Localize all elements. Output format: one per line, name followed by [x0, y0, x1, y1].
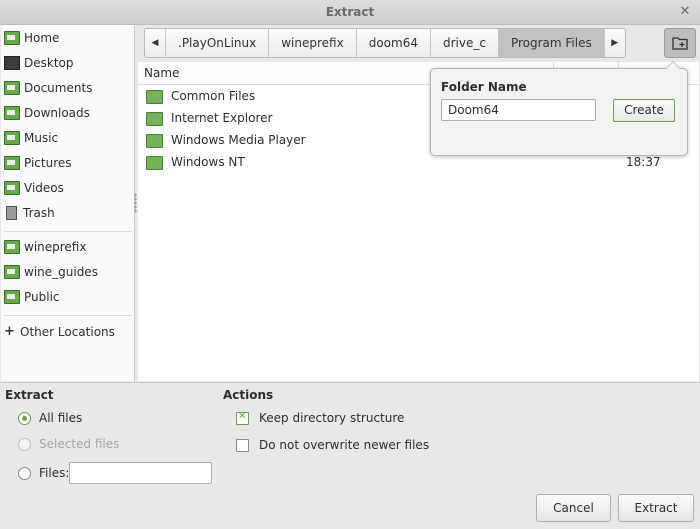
folder-icon: [146, 156, 163, 170]
selected-files-radio[interactable]: Selected files: [18, 437, 119, 451]
extract-options-panel: Extract All files Selected files Files: …: [0, 382, 700, 529]
desktop-icon: [4, 56, 20, 70]
sidebar-item-music[interactable]: Music: [4, 128, 58, 148]
all-files-label: All files: [39, 411, 83, 425]
sidebar-item-downloads[interactable]: Downloads: [4, 103, 90, 123]
path-crumb-doom64[interactable]: doom64: [357, 29, 431, 57]
sidebar-item-label: Public: [24, 290, 60, 304]
checkbox-indicator: [236, 411, 249, 425]
sidebar-item-other-locations[interactable]: + Other Locations: [4, 322, 115, 342]
file-name: Windows NT: [171, 155, 245, 169]
pane-resize-handle[interactable]: [134, 193, 137, 213]
create-button[interactable]: Create: [613, 99, 675, 122]
trash-icon: [6, 206, 17, 220]
cancel-button[interactable]: Cancel: [536, 494, 611, 522]
sidebar-item-label: Other Locations: [20, 325, 115, 339]
keep-structure-checkbox[interactable]: Keep directory structure: [236, 411, 404, 425]
folder-icon: [4, 290, 20, 304]
folder-icon: [146, 90, 163, 104]
sidebar-separator: [4, 315, 132, 316]
sidebar-item-desktop[interactable]: Desktop: [4, 53, 74, 73]
close-icon[interactable]: ✕: [676, 3, 694, 21]
file-modified: 18:37: [626, 155, 661, 169]
path-crumb-playonlinux[interactable]: .PlayOnLinux: [166, 29, 270, 57]
sidebar-item-label: Downloads: [24, 106, 90, 120]
files-label: Files:: [39, 466, 70, 480]
sidebar-item-public[interactable]: Public: [4, 287, 60, 307]
file-name: Common Files: [171, 89, 256, 103]
column-header-name[interactable]: Name: [144, 66, 179, 80]
radio-indicator: [18, 466, 31, 480]
sidebar-item-videos[interactable]: Videos: [4, 178, 64, 198]
selected-files-label: Selected files: [39, 437, 120, 451]
path-crumb-wineprefix[interactable]: wineprefix: [269, 29, 357, 57]
folder-icon: [146, 134, 163, 148]
sidebar-item-label: Documents: [24, 81, 93, 95]
sidebar-item-label: wine_guides: [24, 265, 98, 279]
path-crumb-program-files[interactable]: Program Files: [498, 29, 605, 57]
downloads-folder-icon: [4, 106, 20, 120]
no-overwrite-label: Do not overwrite newer files: [259, 438, 430, 452]
path-scroll-left-button[interactable]: ◀: [145, 29, 166, 57]
sidebar-item-label: Pictures: [24, 156, 72, 170]
folder-name-label: Folder Name: [441, 80, 527, 94]
file-name: Windows Media Player: [171, 133, 306, 147]
radio-indicator: [18, 437, 31, 451]
window-title: Extract: [325, 5, 375, 19]
file-name: Internet Explorer: [171, 111, 273, 125]
path-scroll-right-button[interactable]: ▶: [605, 29, 625, 57]
sidebar-item-label: wineprefix: [24, 240, 87, 254]
sidebar-item-label: Home: [24, 31, 60, 45]
extract-dialog: Extract ✕ Home Desktop Documents Downloa…: [0, 0, 700, 529]
sidebar-item-trash[interactable]: Trash: [4, 203, 55, 223]
sidebar-item-label: Videos: [24, 181, 64, 195]
sidebar-item-wineprefix[interactable]: wineprefix: [4, 237, 86, 257]
pictures-folder-icon: [4, 156, 20, 170]
music-folder-icon: [4, 131, 20, 145]
folder-icon: [146, 112, 163, 126]
all-files-radio[interactable]: All files: [18, 411, 82, 425]
sidebar-item-label: Desktop: [24, 56, 74, 70]
no-overwrite-checkbox[interactable]: Do not overwrite newer files: [236, 438, 429, 452]
radio-indicator: [18, 411, 31, 425]
sidebar-item-pictures[interactable]: Pictures: [4, 153, 72, 173]
folder-icon: [4, 240, 20, 254]
sidebar-item-label: Music: [24, 131, 59, 145]
videos-folder-icon: [4, 181, 20, 195]
title-bar[interactable]: Extract ✕: [0, 0, 700, 25]
files-radio[interactable]: Files:: [18, 466, 69, 480]
sidebar-item-wine-guides[interactable]: wine_guides: [4, 262, 98, 282]
home-folder-icon: [4, 31, 20, 45]
documents-folder-icon: [4, 81, 20, 95]
files-pattern-input[interactable]: [69, 462, 212, 484]
sidebar-item-label: Trash: [23, 206, 55, 220]
places-sidebar: Home Desktop Documents Downloads Music P…: [1, 25, 135, 381]
path-crumb-drive-c[interactable]: drive_c: [431, 29, 499, 57]
new-folder-icon: [672, 37, 688, 50]
plus-icon: +: [4, 324, 15, 339]
sidebar-separator: [4, 231, 132, 232]
new-folder-popover: Folder Name Create: [430, 61, 688, 156]
new-folder-button[interactable]: [664, 28, 696, 58]
sidebar-item-home[interactable]: Home: [4, 28, 59, 48]
keep-structure-label: Keep directory structure: [259, 411, 405, 425]
folder-icon: [4, 265, 20, 279]
extract-button[interactable]: Extract: [618, 494, 694, 522]
extract-section-title: Extract: [5, 388, 54, 402]
sidebar-item-documents[interactable]: Documents: [4, 78, 92, 98]
actions-section-title: Actions: [223, 388, 274, 402]
folder-name-input[interactable]: [441, 99, 596, 121]
path-bar: ◀ .PlayOnLinux wineprefix doom64 drive_c…: [144, 28, 626, 58]
checkbox-indicator: [236, 438, 249, 452]
